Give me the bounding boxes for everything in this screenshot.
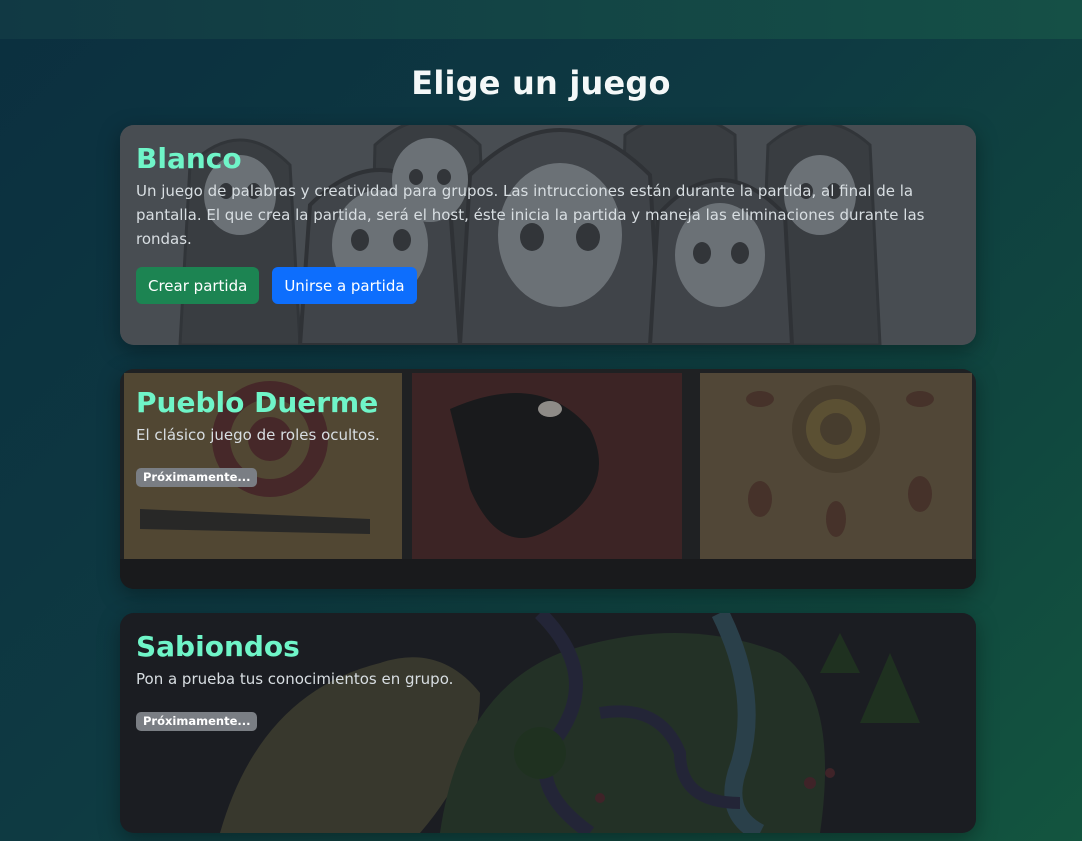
card-actions: Crear partida Unirse a partida: [136, 267, 946, 304]
card-content: Pueblo Duerme El clásico juego de roles …: [136, 385, 946, 487]
game-card-pueblo-duerme: Pueblo Duerme El clásico juego de roles …: [120, 369, 976, 589]
top-navbar: [0, 0, 1082, 39]
page-title: Elige un juego: [411, 64, 671, 102]
card-content: Sabiondos Pon a prueba tus conocimientos…: [136, 629, 946, 731]
game-title: Blanco: [136, 142, 242, 175]
game-title: Pueblo Duerme: [136, 386, 379, 419]
game-card-blanco: Blanco Un juego de palabras y creativida…: [120, 125, 976, 345]
game-title: Sabiondos: [136, 630, 300, 663]
game-description: El clásico juego de roles ocultos.: [136, 426, 380, 444]
game-card-sabiondos: Sabiondos Pon a prueba tus conocimientos…: [120, 613, 976, 833]
game-description: Pon a prueba tus conocimientos en grupo.: [136, 670, 454, 688]
card-content: Blanco Un juego de palabras y creativida…: [136, 141, 946, 304]
create-game-button[interactable]: Crear partida: [136, 267, 260, 304]
join-game-button[interactable]: Unirse a partida: [272, 267, 417, 304]
coming-soon-badge: Próximamente...: [136, 468, 258, 487]
coming-soon-badge: Próximamente...: [136, 712, 258, 731]
game-description: Un juego de palabras y creatividad para …: [136, 182, 925, 248]
